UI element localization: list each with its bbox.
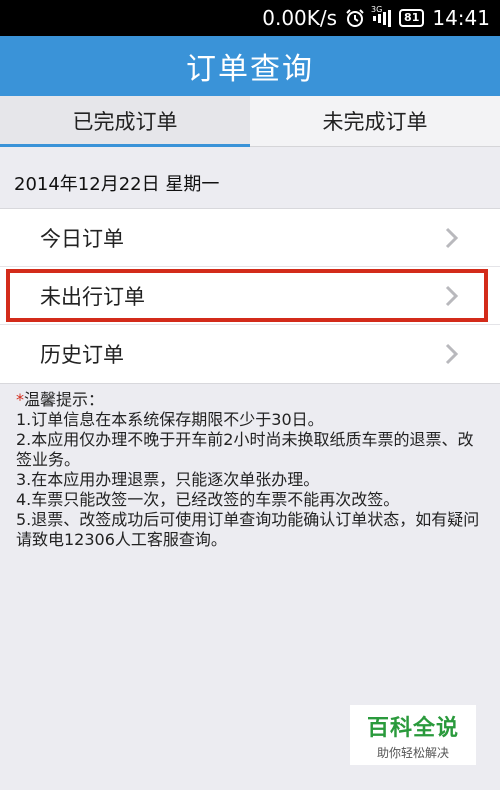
tip-item: 2.本应用仅办理不晚于开车前2小时尚未换取纸质车票的退票、改签业务。: [16, 430, 474, 469]
chevron-right-icon: [445, 227, 459, 248]
tip-item: 5.退票、改签成功后可使用订单查询功能确认订单状态，如有疑问请致电12306人工…: [16, 510, 480, 549]
tip-item: 4.车票只能改签一次，已经改签的车票不能再次改签。: [16, 490, 400, 509]
menu-item-history-orders[interactable]: 历史订单: [0, 325, 500, 383]
battery-icon: 81: [399, 9, 425, 27]
tab-uncompleted-orders[interactable]: 未完成订单: [250, 96, 500, 146]
menu-item-label: 历史订单: [40, 343, 124, 367]
tips-section: *温馨提示： 1.订单信息在本系统保存期限不少于30日。 2.本应用仅办理不晚于…: [16, 390, 486, 550]
menu-item-today-orders[interactable]: 今日订单: [0, 209, 500, 267]
tab-completed-orders[interactable]: 已完成订单: [0, 96, 250, 147]
menu-item-label: 未出行订单: [40, 284, 145, 309]
order-menu: 今日订单 未出行订单 历史订单: [0, 208, 500, 384]
required-asterisk: *: [16, 390, 24, 409]
watermark-logo: 百科全说 助你轻松解决: [350, 705, 476, 765]
chevron-right-icon: [445, 343, 459, 365]
menu-item-untraveled-orders[interactable]: 未出行订单: [0, 267, 500, 325]
tips-heading-text: 温馨提示：: [24, 390, 105, 409]
order-tabs: 已完成订单 未完成订单: [0, 96, 500, 147]
chevron-right-icon: [445, 285, 459, 306]
menu-item-label: 今日订单: [40, 226, 124, 251]
page-title: 订单查询: [0, 36, 500, 96]
watermark-title: 百科全说: [366, 715, 459, 741]
network-type-label: 3G: [371, 5, 383, 14]
current-date: 2014年12月22日 星期一: [14, 174, 220, 195]
tips-heading: *温馨提示：: [16, 390, 486, 410]
battery-level: 81: [404, 11, 420, 24]
watermark-subtitle: 助你轻松解决: [376, 745, 449, 760]
status-bar: 0.00K/s 3G 81 14:41: [0, 0, 500, 36]
tip-item: 1.订单信息在本系统保存期限不少于30日。: [16, 410, 324, 429]
tip-item: 3.在本应用办理退票，只能逐次单张办理。: [16, 470, 320, 489]
alarm-icon: [345, 8, 365, 28]
signal-icon: 3G: [371, 5, 392, 27]
network-speed: 0.00K/s: [262, 6, 338, 30]
clock: 14:41: [432, 6, 490, 30]
